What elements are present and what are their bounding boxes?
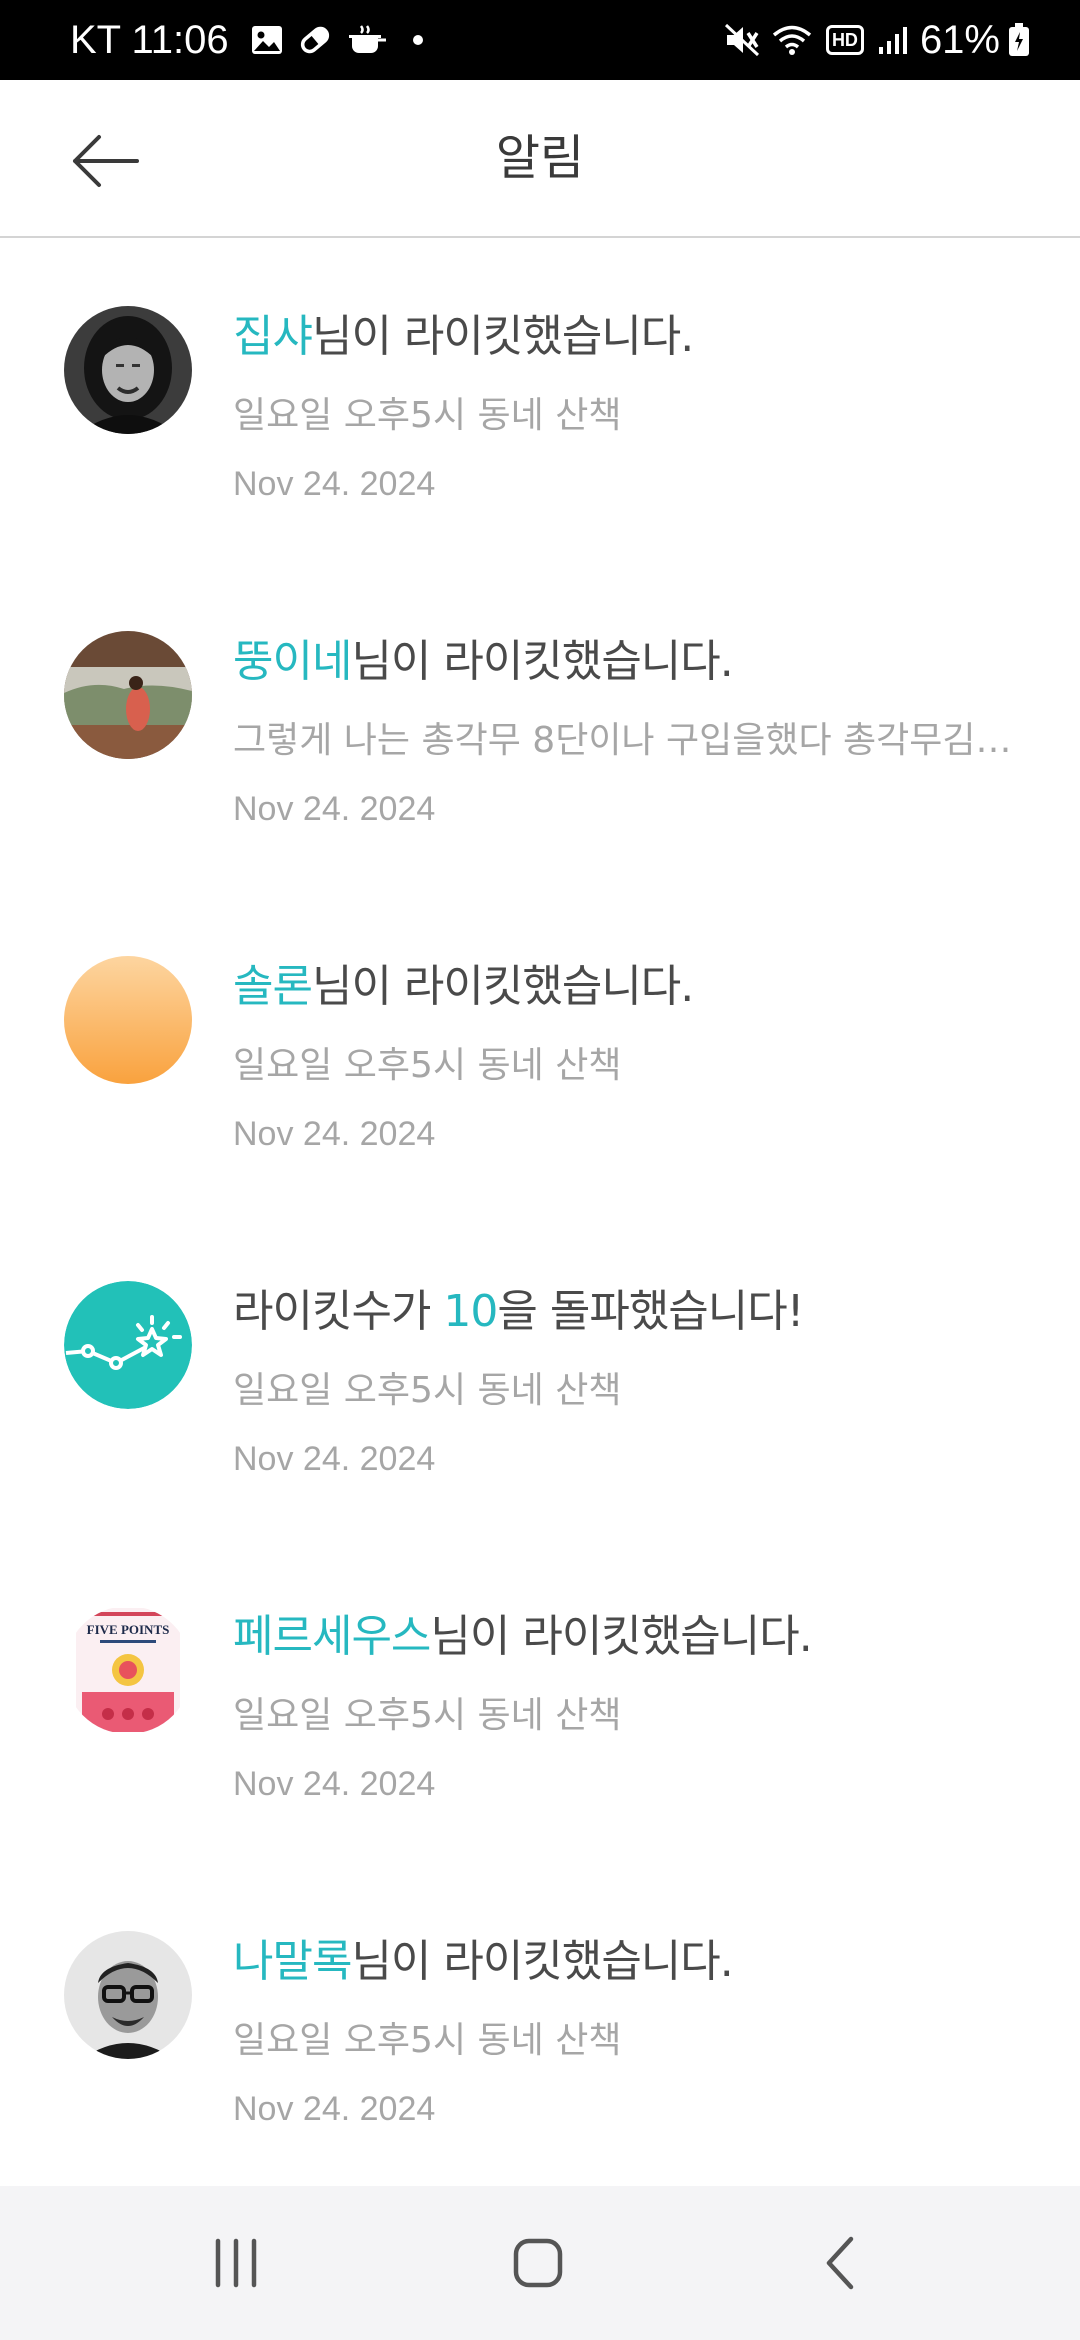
app-bar: 알림 bbox=[0, 80, 1080, 238]
back-icon bbox=[826, 2236, 854, 2290]
notification-date: Nov 24. 2024 bbox=[233, 2090, 436, 2128]
notification-message: 님이 라이킷했습니다. bbox=[351, 1936, 733, 1987]
notification-title: 뚱이네님이 라이킷했습니다. bbox=[233, 625, 734, 689]
recent-apps-button[interactable] bbox=[181, 2228, 291, 2298]
notification-message: 님이 라이킷했습니다. bbox=[430, 1611, 812, 1662]
notification-title: 집샤님이 라이킷했습니다. bbox=[233, 300, 694, 364]
notification-item[interactable]: 라이킷수가 10을 돌파했습니다! 일요일 오후5시 동네 산책 Nov 24.… bbox=[0, 1213, 1080, 1538]
notification-subtitle: 그렇게 나는 총각무 8단이나 구입을했다 총각무김치를 담궜다 bbox=[233, 720, 1023, 761]
notification-title: 나말록님이 라이킷했습니다. bbox=[233, 1925, 734, 1989]
home-icon bbox=[513, 2238, 563, 2288]
notification-message: 을 돌파했습니다! bbox=[497, 1286, 804, 1337]
avatar-book-cover: FIVE POINTS bbox=[64, 1606, 192, 1734]
notification-item[interactable]: 뚱이네님이 라이킷했습니다. 그렇게 나는 총각무 8단이나 구입을했다 총각무… bbox=[0, 563, 1080, 888]
avatar-person-bw bbox=[64, 306, 192, 434]
book-title-text: FIVE POINTS bbox=[87, 1622, 170, 1637]
avatar-person-glasses bbox=[64, 1931, 192, 2059]
nav-back-button[interactable] bbox=[786, 2228, 896, 2298]
notification-dot bbox=[412, 35, 423, 45]
notification-title: 솔론님이 라이킷했습니다. bbox=[233, 950, 694, 1014]
notification-item[interactable]: 나말록님이 라이킷했습니다. 일요일 오후5시 동네 산책 Nov 24. 20… bbox=[0, 1863, 1080, 2188]
battery-icon bbox=[1008, 23, 1030, 57]
notification-message: 님이 라이킷했습니다. bbox=[311, 311, 694, 362]
status-bar: KT 11:06 HD 61% bbox=[0, 0, 1080, 80]
wifi-icon bbox=[772, 24, 812, 56]
notification-prefix: 라이킷수가 bbox=[233, 1286, 444, 1337]
notification-user-name[interactable]: 페르세우스 bbox=[233, 1611, 431, 1662]
notification-date: Nov 24. 2024 bbox=[233, 1115, 436, 1153]
mute-icon bbox=[724, 23, 760, 57]
status-left: KT 11:06 bbox=[70, 18, 423, 63]
signal-icon bbox=[878, 25, 908, 55]
notification-message: 님이 라이킷했습니다. bbox=[311, 961, 694, 1012]
like-count: 10 bbox=[443, 1286, 498, 1337]
gallery-icon bbox=[251, 25, 283, 55]
status-right: HD 61% bbox=[710, 18, 1030, 63]
notification-item[interactable]: FIVE POINTS 페르세우스님이 라이킷했습니다. 일요일 오후5시 동네… bbox=[0, 1538, 1080, 1863]
notification-user-name[interactable]: 뚱이네 bbox=[233, 636, 352, 687]
notification-subtitle: 일요일 오후5시 동네 산책 bbox=[233, 1045, 622, 1086]
notification-title: 페르세우스님이 라이킷했습니다. bbox=[233, 1600, 813, 1664]
hd-icon: HD bbox=[825, 25, 864, 55]
pill-icon bbox=[297, 23, 333, 57]
notification-date: Nov 24. 2024 bbox=[233, 465, 436, 503]
notification-date: Nov 24. 2024 bbox=[233, 1440, 436, 1478]
recent-apps-icon bbox=[215, 2238, 257, 2288]
avatar-landscape-photo bbox=[64, 631, 192, 759]
notification-user-name[interactable]: 집샤 bbox=[233, 311, 313, 362]
star-chart-icon bbox=[64, 1281, 192, 1409]
battery-percent: 61% bbox=[919, 17, 1000, 62]
status-carrier-time: KT 11:06 bbox=[70, 17, 229, 62]
notification-user-name[interactable]: 나말록 bbox=[233, 1936, 352, 1987]
notification-message: 님이 라이킷했습니다. bbox=[351, 636, 733, 687]
notification-title: 라이킷수가 10을 돌파했습니다! bbox=[233, 1275, 804, 1339]
avatar-orange-circle bbox=[64, 956, 192, 1084]
notification-date: Nov 24. 2024 bbox=[233, 1765, 436, 1803]
notification-subtitle: 일요일 오후5시 동네 산책 bbox=[233, 1695, 622, 1736]
notification-list: 집샤님이 라이킷했습니다. 일요일 오후5시 동네 산책 Nov 24. 202… bbox=[0, 238, 1080, 2188]
notification-subtitle: 일요일 오후5시 동네 산책 bbox=[233, 2020, 622, 2061]
pot-icon bbox=[347, 24, 387, 56]
notification-user-name[interactable]: 솔론 bbox=[233, 961, 313, 1012]
notification-subtitle: 일요일 오후5시 동네 산책 bbox=[233, 395, 622, 436]
notification-item[interactable]: 집샤님이 라이킷했습니다. 일요일 오후5시 동네 산책 Nov 24. 202… bbox=[0, 238, 1080, 563]
notification-subtitle: 일요일 오후5시 동네 산책 bbox=[233, 1370, 622, 1411]
notification-date: Nov 24. 2024 bbox=[233, 790, 436, 828]
system-nav-bar bbox=[0, 2186, 1080, 2340]
home-button[interactable] bbox=[483, 2228, 593, 2298]
page-title: 알림 bbox=[495, 130, 585, 186]
notification-item[interactable]: 솔론님이 라이킷했습니다. 일요일 오후5시 동네 산책 Nov 24. 202… bbox=[0, 888, 1080, 1213]
